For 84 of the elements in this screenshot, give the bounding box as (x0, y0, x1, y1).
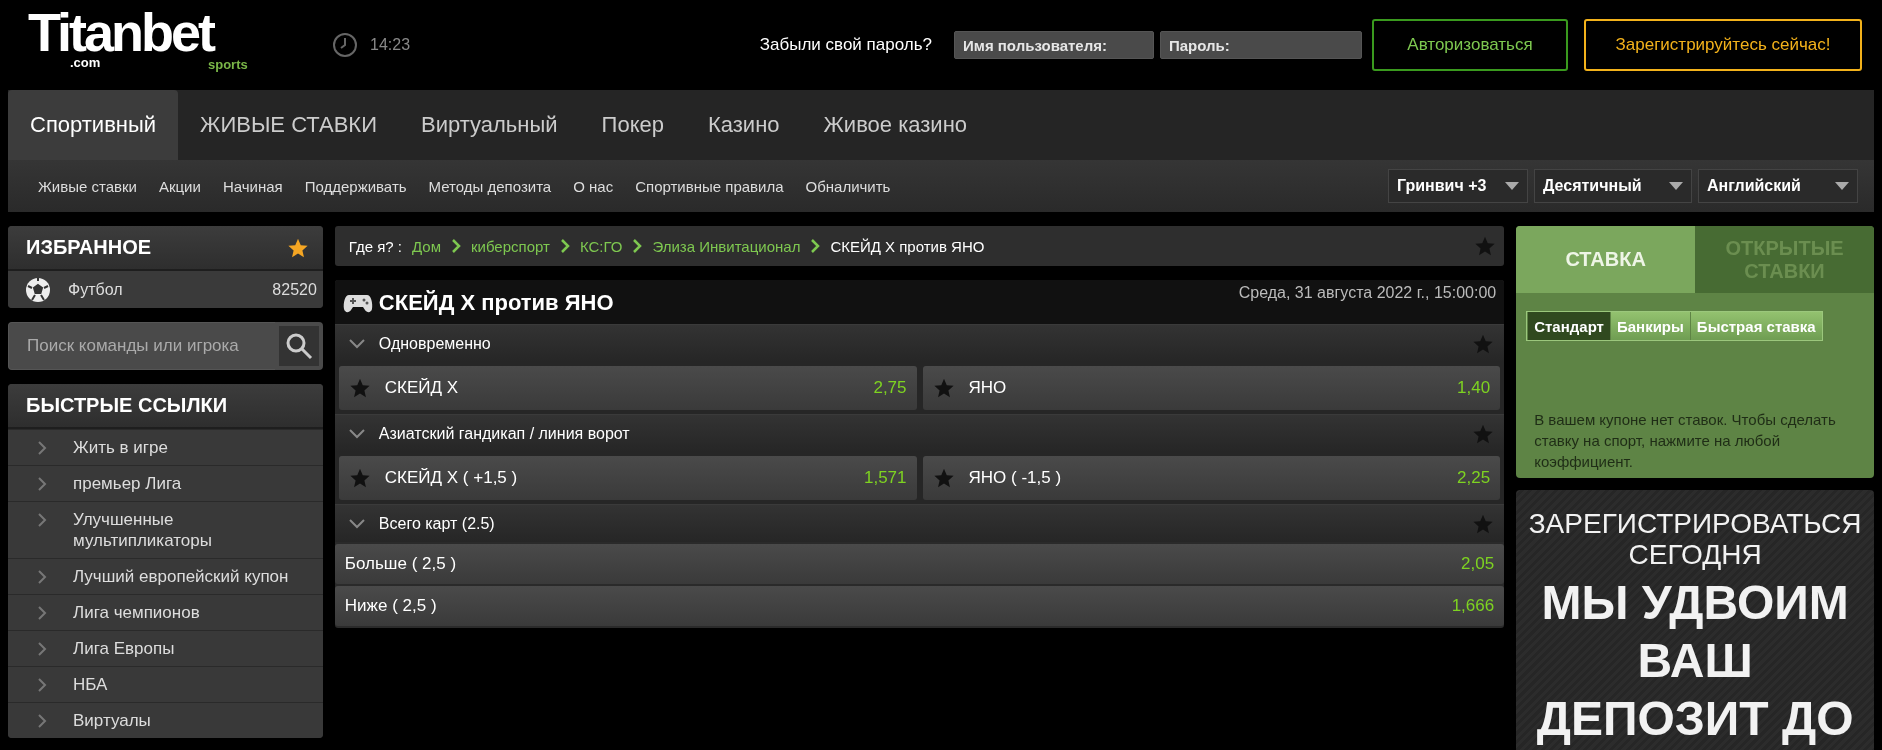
market-header[interactable]: Азиатский гандикап / линия ворот (334, 414, 1505, 452)
breadcrumb-link[interactable]: СКЕЙД Х против ЯНО (830, 237, 985, 255)
search-button[interactable] (274, 322, 323, 370)
odds-button[interactable]: СКЕЙД Х ( +1,5 ) 1,571 (338, 456, 917, 500)
clock-time: 14:23 (370, 36, 411, 54)
quick-link[interactable]: премьер Лига (8, 465, 323, 501)
quick-link[interactable]: НБА (8, 666, 323, 702)
odds-button[interactable]: ЯНО ( -1,5 ) 2,25 (922, 456, 1501, 500)
chevron-right-icon (810, 239, 821, 253)
chevron-right-icon (38, 642, 47, 656)
nav-tab[interactable]: ЖИВЫЕ СТАВКИ (178, 90, 399, 160)
star-icon[interactable] (348, 467, 371, 489)
odds-button[interactable]: Больше ( 2,5 ) 2,05 (334, 544, 1505, 584)
star-icon[interactable] (1474, 235, 1497, 257)
empty-slip-message: В вашем купоне нет ставок. Чтобы сделать ставку на спорт, нажмите на любой коэффициент. (1534, 410, 1837, 472)
quick-link[interactable]: Жить в игре (8, 429, 323, 465)
chevron-right-icon (38, 477, 47, 491)
quick-link[interactable]: Виртуалы (8, 702, 323, 738)
star-icon[interactable] (932, 377, 955, 399)
favorite-item[interactable]: Футбол 82520 (8, 271, 323, 308)
nav-tab[interactable]: Покер (579, 90, 686, 160)
bet-mode-tab[interactable]: Стандарт (1527, 312, 1610, 340)
chevron-right-icon (559, 239, 570, 253)
dropdown[interactable]: Английский (1698, 169, 1858, 203)
clock-icon (332, 32, 358, 58)
register-button[interactable]: Зарегистрируйтесь сейчас! (1584, 19, 1862, 71)
chevron-down-icon (348, 338, 365, 349)
caret-icon (1835, 182, 1849, 190)
quick-link[interactable]: Лучший европейский купон (8, 558, 323, 594)
dropdown[interactable]: Гринвич +3 (1388, 169, 1528, 203)
event-title: СКЕЙД Х против ЯНО (378, 290, 614, 316)
promo-banner[interactable]: ЗАРЕГИСТРИРОВАТЬСЯ СЕГОДНЯ МЫ УДВОИМ ВАШ ДЕПОЗИТ ДО (1516, 490, 1874, 750)
sub-nav-link[interactable]: Начиная (222, 177, 283, 195)
star-icon[interactable] (932, 467, 955, 489)
event-date: Среда, 31 августа 2022 г., 15:00:00 (1238, 284, 1497, 302)
chevron-right-icon (38, 570, 47, 584)
chevron-down-icon (348, 428, 365, 439)
dropdown[interactable]: Десятичный (1534, 169, 1692, 203)
star-icon[interactable] (348, 377, 371, 399)
sub-nav-link[interactable]: Живые ставки (38, 177, 137, 195)
chevron-right-icon (632, 239, 643, 253)
odds-button[interactable]: Ниже ( 2,5 ) 1,666 (334, 586, 1505, 626)
promo-subtitle: ЗАРЕГИСТРИРОВАТЬСЯ СЕГОДНЯ (1527, 508, 1863, 570)
soccer-ball-icon (24, 275, 52, 304)
sub-nav-link[interactable]: Спортивные правила (635, 177, 784, 195)
chevron-right-icon (38, 513, 47, 527)
quick-link[interactable]: Лига Европы (8, 630, 323, 666)
quick-link[interactable]: Лига чемпионов (8, 594, 323, 630)
caret-icon (1505, 182, 1519, 190)
logo[interactable]: Titanbet .com sports (28, 5, 258, 79)
chevron-right-icon (38, 678, 47, 692)
panel-title: БЫСТРЫЕ ССЫЛКИ (26, 394, 227, 417)
promo-headline: МЫ УДВОИМ ВАШ ДЕПОЗИТ ДО (1535, 575, 1855, 747)
caret-icon (1669, 182, 1683, 190)
breadcrumb-label: Где я? : (348, 237, 402, 255)
login-button[interactable]: Авторизоваться (1372, 19, 1568, 71)
breadcrumb-link[interactable]: Элиза Инвитационал (652, 237, 801, 255)
nav-tab[interactable]: Виртуальный (399, 90, 580, 160)
sub-nav-link[interactable]: Обналичить (805, 177, 891, 195)
sub-nav-link[interactable]: Поддерживать (304, 177, 407, 195)
chevron-right-icon (38, 441, 47, 455)
username-field[interactable]: Имя пользователя: (954, 31, 1154, 59)
chevron-right-icon (451, 239, 461, 253)
chevron-down-icon (348, 518, 365, 529)
forgot-password-link[interactable]: Забыли свой пароль? (759, 35, 932, 55)
odds-button[interactable]: ЯНО 1,40 (922, 366, 1501, 410)
search-field[interactable]: Поиск команды или игрока (8, 322, 275, 370)
sub-nav-link[interactable]: Акции (158, 177, 201, 195)
breadcrumb-link[interactable]: Дом (412, 237, 441, 255)
breadcrumb-link[interactable]: киберспорт (471, 237, 550, 255)
quick-link[interactable]: Улучшенные мультипликаторы (8, 501, 323, 558)
odds-button[interactable]: СКЕЙД Х 2,75 (338, 366, 917, 410)
nav-tab[interactable]: Спортивный (8, 90, 179, 160)
market-header[interactable]: Одновременно (334, 324, 1505, 362)
password-field[interactable]: Пароль: (1160, 31, 1362, 59)
chevron-right-icon (38, 606, 47, 620)
sub-nav-link[interactable]: О нас (573, 177, 614, 195)
breadcrumb-link[interactable]: КС:ГО (579, 237, 623, 255)
nav-tab[interactable]: Казино (685, 90, 802, 160)
sub-nav-link[interactable]: Методы депозита (428, 177, 552, 195)
nav-tab[interactable]: Живое казино (801, 90, 990, 160)
market-header[interactable]: Всего карт (2.5) (334, 504, 1505, 542)
panel-title: ИЗБРАННОЕ (26, 236, 152, 259)
chevron-right-icon (38, 714, 47, 728)
